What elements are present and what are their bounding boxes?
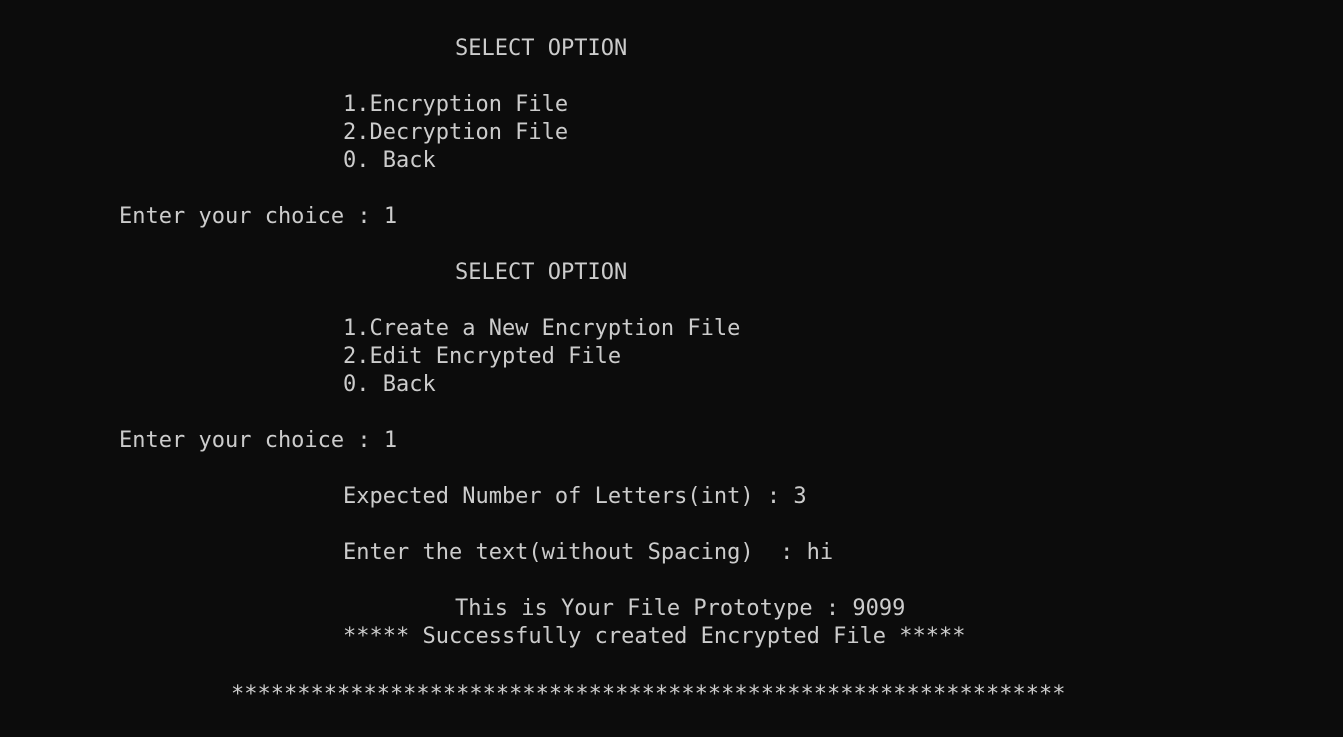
- menu-option-create-encryption-file: 1.Create a New Encryption File: [343, 316, 741, 341]
- menu-option-edit-encrypted-file: 2.Edit Encrypted File: [343, 344, 622, 369]
- menu-option-encryption-file: 1.Encryption File: [343, 92, 569, 117]
- menu-option-back: 0. Back: [343, 148, 436, 173]
- choice-prompt: Enter your choice : 1: [119, 428, 398, 453]
- choice-prompt: Enter your choice : 1: [119, 204, 398, 229]
- menu-title: SELECT OPTION: [455, 36, 628, 61]
- success-message: ***** Successfully created Encrypted Fil…: [343, 624, 966, 649]
- menu-title: SELECT OPTION: [455, 260, 628, 285]
- separator-line: ****************************************…: [231, 682, 1066, 707]
- menu-option-decryption-file: 2.Decryption File: [343, 120, 569, 145]
- console-window[interactable]: SELECT OPTION 1.Encryption File 2.Decryp…: [0, 0, 1343, 737]
- file-prototype-output: This is Your File Prototype : 9099: [455, 596, 906, 621]
- enter-text-prompt: Enter the text(without Spacing) : hi: [343, 540, 834, 565]
- menu-option-back: 0. Back: [343, 372, 436, 397]
- expected-letters-prompt: Expected Number of Letters(int) : 3: [343, 484, 807, 509]
